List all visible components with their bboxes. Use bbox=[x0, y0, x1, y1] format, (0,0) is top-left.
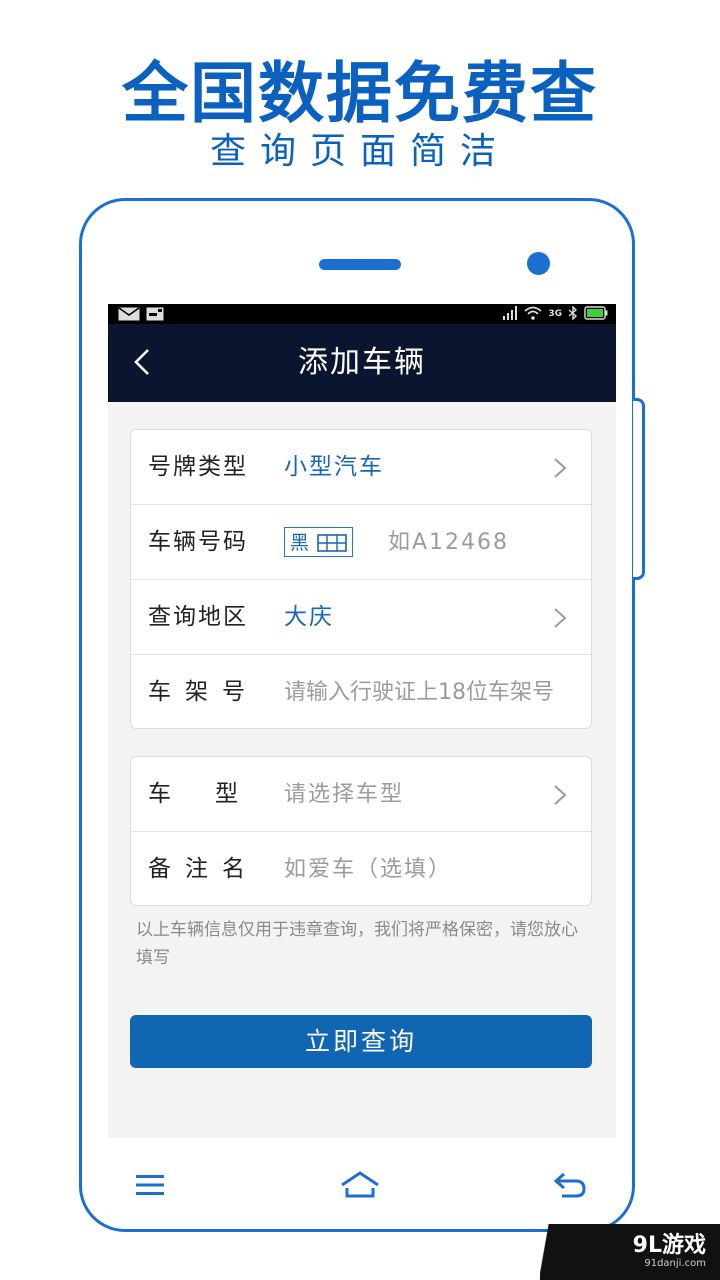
keyboard-grid-icon bbox=[317, 532, 347, 554]
region-value: 大庆 bbox=[284, 604, 334, 630]
chevron-right-icon bbox=[551, 785, 569, 805]
region-label: 查询地区 bbox=[148, 604, 248, 630]
vin-row: 车架号 请输入行驶证上18位车架号 bbox=[131, 655, 591, 730]
back-button[interactable] bbox=[122, 344, 162, 384]
3g-icon: 3G bbox=[548, 309, 562, 319]
model-select[interactable]: 请选择车型 bbox=[284, 757, 404, 832]
chevron-left-icon bbox=[132, 348, 152, 380]
watermark-sub: 91danji.com bbox=[644, 1258, 706, 1269]
plate-province-value: 黑 bbox=[290, 532, 311, 554]
watermark-badge: 9L游戏 91danji.com bbox=[540, 1224, 720, 1280]
plate-number-input[interactable]: 如A12468 bbox=[388, 505, 509, 580]
submit-query-button[interactable]: 立即查询 bbox=[130, 1015, 592, 1068]
vin-input[interactable]: 请输入行驶证上18位车架号 bbox=[284, 655, 554, 730]
chevron-right-icon bbox=[551, 458, 569, 478]
nickname-input[interactable]: 如爱车（选填） bbox=[284, 832, 452, 907]
phone-side-button bbox=[633, 398, 645, 580]
battery-icon bbox=[584, 305, 608, 324]
back-arrow-icon[interactable] bbox=[552, 1170, 588, 1204]
app-screen: 3G 添加车辆 号牌类型 小型汽车 车辆号码 黑 如A12468 查询地区 大庆… bbox=[108, 304, 616, 1138]
plate-type-label: 号牌类型 bbox=[148, 454, 248, 480]
status-bar: 3G bbox=[108, 304, 616, 324]
chevron-right-icon bbox=[551, 608, 569, 628]
plate-type-value: 小型汽车 bbox=[284, 454, 384, 480]
model-label: 车型 bbox=[148, 781, 282, 807]
nickname-label: 备注名 bbox=[148, 856, 259, 882]
notification-icon bbox=[146, 306, 164, 322]
plate-type-row[interactable]: 号牌类型 小型汽车 bbox=[131, 430, 591, 505]
extra-info-card: 车型 请选择车型 备注名 如爱车（选填） bbox=[130, 756, 592, 906]
vin-label: 车架号 bbox=[148, 679, 259, 705]
phone-camera bbox=[527, 252, 550, 275]
watermark-main: 9L游戏 bbox=[632, 1233, 706, 1258]
nickname-row: 备注名 如爱车（选填） bbox=[131, 832, 591, 907]
promo-subline: 查询页面简洁 bbox=[209, 131, 510, 172]
bluetooth-icon bbox=[568, 304, 578, 324]
page-title: 添加车辆 bbox=[298, 345, 426, 380]
privacy-notice: 以上车辆信息仅用于违章查询，我们将严格保密，请您放心填写 bbox=[136, 920, 578, 968]
phone-speaker bbox=[319, 259, 401, 270]
signal-icon bbox=[502, 305, 518, 324]
plate-province-select[interactable]: 黑 bbox=[284, 527, 354, 557]
home-icon[interactable] bbox=[339, 1169, 381, 1205]
menu-icon[interactable] bbox=[134, 1172, 166, 1202]
mail-icon bbox=[118, 306, 140, 322]
plate-number-row: 车辆号码 黑 如A12468 bbox=[131, 505, 591, 580]
plate-number-label: 车辆号码 bbox=[148, 529, 248, 555]
title-bar: 添加车辆 bbox=[108, 324, 616, 402]
wifi-icon bbox=[524, 305, 542, 324]
vehicle-info-card: 号牌类型 小型汽车 车辆号码 黑 如A12468 查询地区 大庆 车架号 请输入… bbox=[130, 429, 592, 729]
region-row[interactable]: 查询地区 大庆 bbox=[131, 580, 591, 655]
model-row[interactable]: 车型 请选择车型 bbox=[131, 757, 591, 832]
